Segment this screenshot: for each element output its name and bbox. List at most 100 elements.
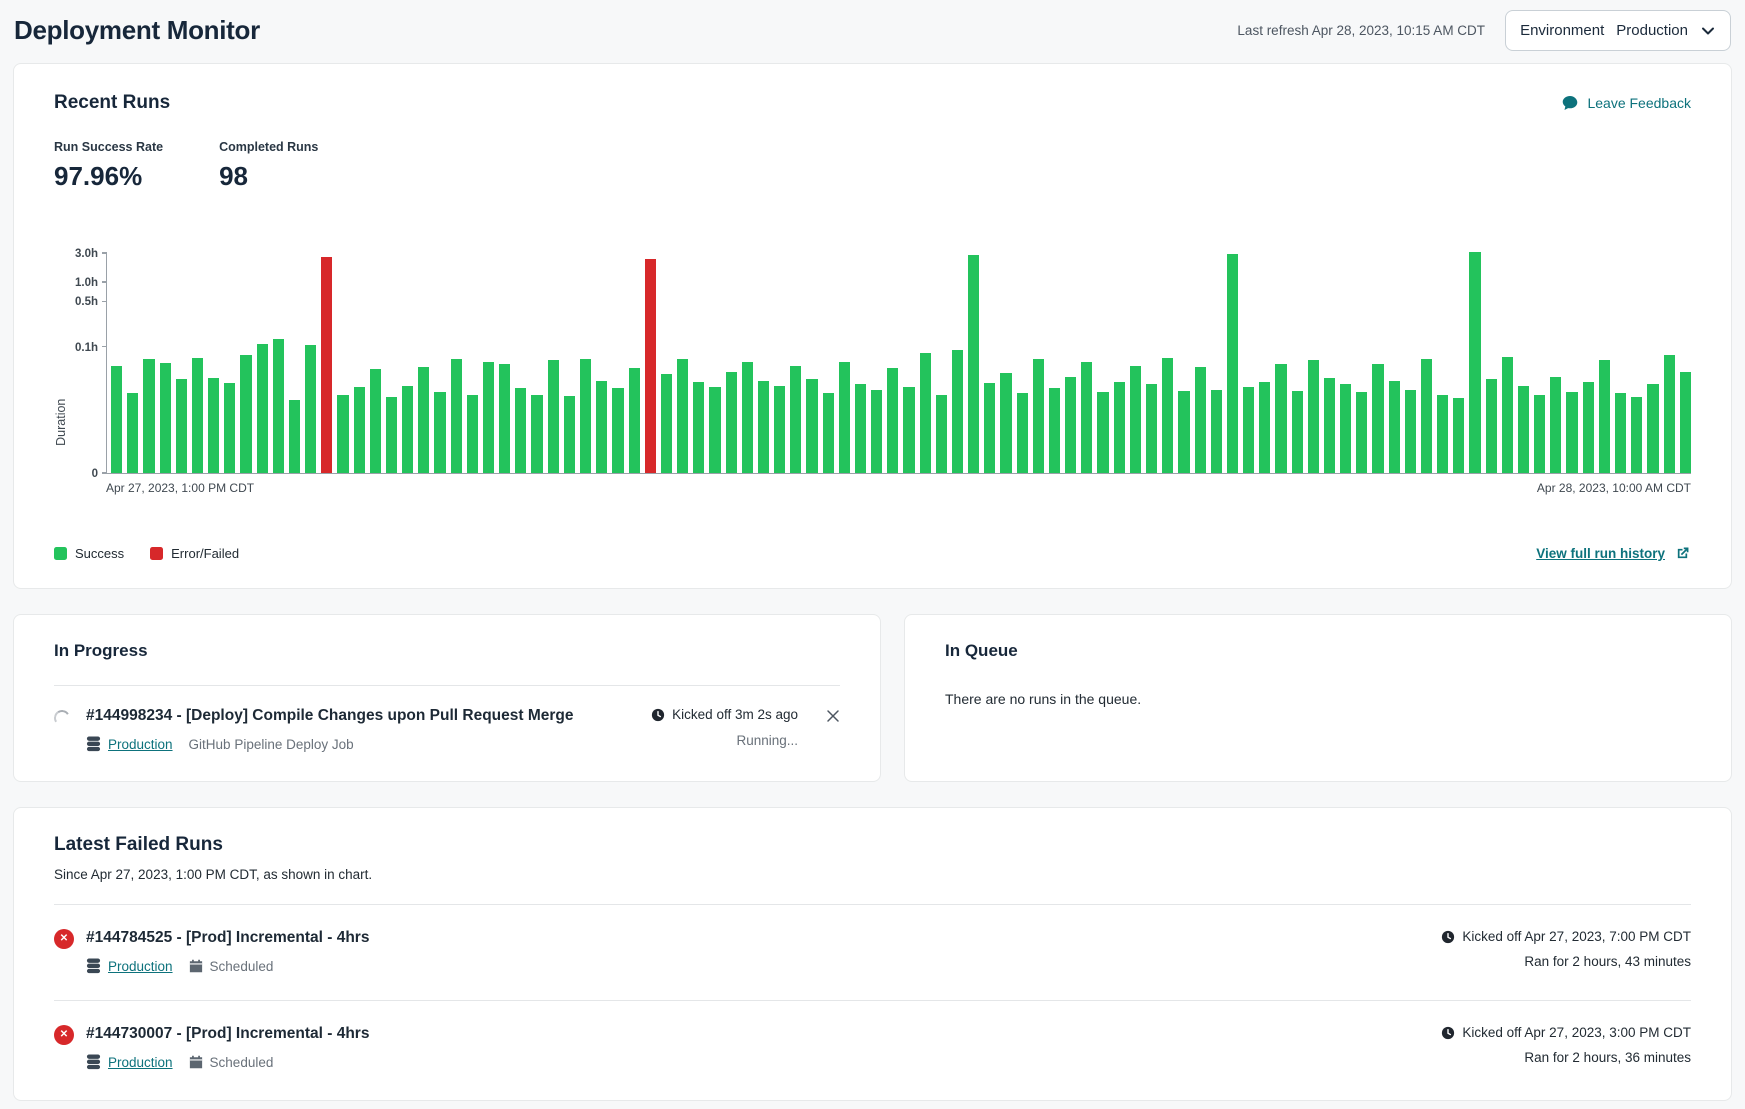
run-bar[interactable]	[887, 368, 898, 473]
run-bar[interactable]	[1000, 373, 1011, 473]
run-bar[interactable]	[1534, 395, 1545, 473]
environment-link[interactable]: Production	[108, 737, 173, 752]
run-bar[interactable]	[742, 362, 753, 473]
run-bar[interactable]	[1437, 395, 1448, 473]
run-bar[interactable]	[1566, 392, 1577, 473]
run-bar[interactable]	[515, 388, 526, 473]
run-bar[interactable]	[1647, 384, 1658, 473]
run-bar[interactable]	[1518, 386, 1529, 473]
view-full-run-history-link[interactable]: View full run history	[1536, 545, 1691, 562]
run-bar[interactable]	[451, 359, 462, 473]
run-bar[interactable]	[871, 390, 882, 474]
run-bar[interactable]	[305, 345, 316, 473]
run-bar[interactable]	[1162, 358, 1173, 473]
run-bar[interactable]	[645, 259, 656, 473]
environment-link[interactable]: Production	[108, 959, 173, 974]
run-bar[interactable]	[1178, 391, 1189, 473]
run-bar[interactable]	[1195, 367, 1206, 473]
run-bar[interactable]	[1275, 364, 1286, 473]
leave-feedback-link[interactable]: Leave Feedback	[1561, 94, 1691, 112]
run-bar[interactable]	[531, 395, 542, 473]
run-bar[interactable]	[920, 353, 931, 473]
run-bar[interactable]	[1599, 360, 1610, 473]
run-bar[interactable]	[337, 395, 348, 473]
run-bar[interactable]	[176, 379, 187, 473]
run-bar[interactable]	[677, 359, 688, 473]
run-bar[interactable]	[370, 369, 381, 473]
run-bar[interactable]	[160, 363, 171, 473]
run-bar[interactable]	[1130, 366, 1141, 474]
run-bar[interactable]	[1065, 377, 1076, 473]
run-bar[interactable]	[499, 364, 510, 473]
run-bar[interactable]	[208, 378, 219, 473]
run-bar[interactable]	[111, 366, 122, 474]
run-bar[interactable]	[580, 359, 591, 473]
run-bar[interactable]	[289, 400, 300, 473]
run-bar[interactable]	[726, 372, 737, 473]
environment-dropdown[interactable]: Environment Production	[1505, 10, 1731, 51]
run-bar[interactable]	[1372, 364, 1383, 473]
run-bar[interactable]	[1421, 359, 1432, 473]
run-bar[interactable]	[434, 392, 445, 473]
run-bar[interactable]	[1292, 391, 1303, 473]
run-bar[interactable]	[1486, 379, 1497, 473]
run-bar[interactable]	[839, 362, 850, 473]
run-bar[interactable]	[629, 368, 640, 473]
run-bar[interactable]	[1308, 360, 1319, 473]
run-bar[interactable]	[467, 395, 478, 473]
run-bar[interactable]	[1615, 393, 1626, 473]
run-bar[interactable]	[984, 383, 995, 473]
run-bar[interactable]	[855, 384, 866, 473]
run-bar[interactable]	[1324, 378, 1335, 473]
environment-link[interactable]: Production	[108, 1055, 173, 1070]
run-bar[interactable]	[661, 374, 672, 473]
run-bar[interactable]	[386, 397, 397, 473]
run-bar[interactable]	[321, 257, 332, 473]
run-bar[interactable]	[1340, 384, 1351, 473]
run-bar[interactable]	[192, 358, 203, 473]
run-bar[interactable]	[1114, 382, 1125, 473]
run-bar[interactable]	[790, 366, 801, 474]
run-bar[interactable]	[1550, 377, 1561, 473]
run-bar[interactable]	[806, 379, 817, 473]
run-bar[interactable]	[483, 362, 494, 473]
run-bar[interactable]	[968, 255, 979, 474]
run-bar[interactable]	[418, 367, 429, 473]
run-bar[interactable]	[354, 387, 365, 473]
run-bar[interactable]	[1583, 382, 1594, 473]
run-bar[interactable]	[402, 386, 413, 473]
run-bar[interactable]	[1389, 381, 1400, 473]
run-bar[interactable]	[936, 395, 947, 473]
run-bar[interactable]	[1631, 397, 1642, 473]
run-bar[interactable]	[1453, 398, 1464, 473]
run-bar[interactable]	[1469, 252, 1480, 474]
run-bar[interactable]	[257, 344, 268, 473]
run-bar[interactable]	[1211, 390, 1222, 474]
run-bar[interactable]	[1081, 362, 1092, 473]
run-bar[interactable]	[143, 359, 154, 473]
run-bar[interactable]	[1680, 372, 1691, 473]
run-bar[interactable]	[774, 386, 785, 473]
run-bar[interactable]	[758, 381, 769, 473]
run-bar[interactable]	[1227, 254, 1238, 473]
run-bar[interactable]	[1017, 393, 1028, 473]
run-bar[interactable]	[127, 393, 138, 473]
run-bar[interactable]	[1146, 384, 1157, 473]
run-bar[interactable]	[1259, 382, 1270, 473]
run-bar[interactable]	[1502, 357, 1513, 473]
run-bar[interactable]	[240, 355, 251, 473]
run-bar[interactable]	[952, 350, 963, 473]
run-bar[interactable]	[693, 382, 704, 473]
run-bar[interactable]	[612, 388, 623, 473]
run-bar[interactable]	[709, 387, 720, 473]
run-bar[interactable]	[903, 387, 914, 473]
run-bar[interactable]	[1097, 392, 1108, 473]
run-bar[interactable]	[1243, 387, 1254, 473]
cancel-run-button[interactable]	[826, 709, 840, 723]
run-bar[interactable]	[1405, 390, 1416, 474]
run-bar[interactable]	[1049, 388, 1060, 473]
run-bar[interactable]	[273, 339, 284, 473]
run-bar[interactable]	[224, 383, 235, 473]
run-bar[interactable]	[596, 381, 607, 473]
run-bar[interactable]	[1033, 359, 1044, 473]
